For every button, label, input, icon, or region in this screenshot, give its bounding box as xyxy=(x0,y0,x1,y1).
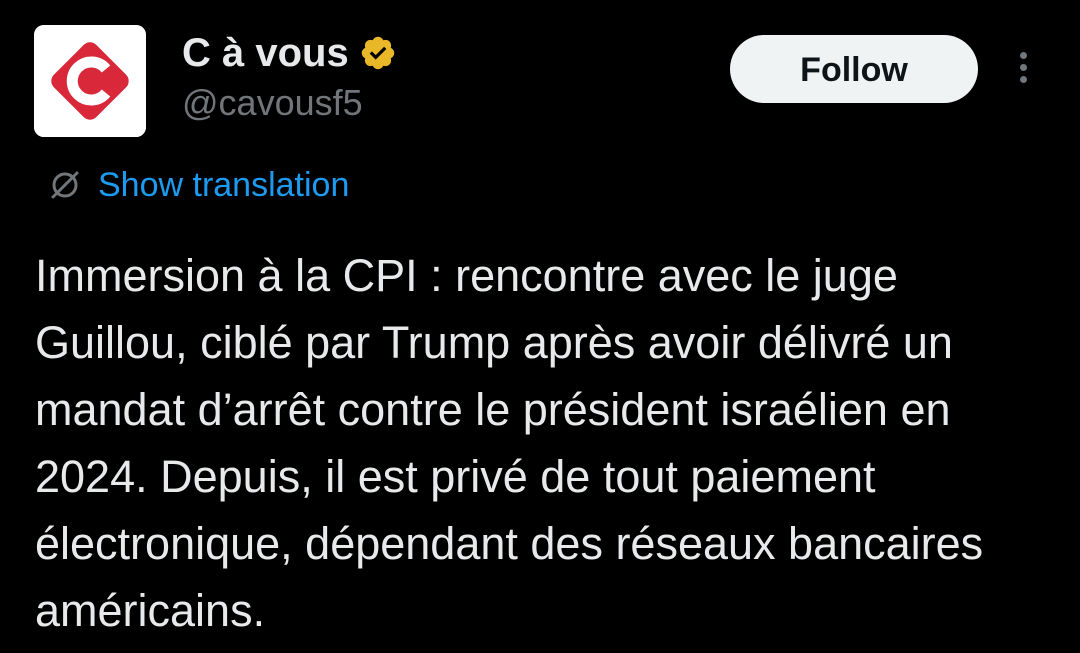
verified-badge-icon[interactable] xyxy=(359,34,397,72)
tweet-card: C à vous @cavousf5 Follow Show translati… xyxy=(0,0,1080,653)
avatar[interactable] xyxy=(34,25,146,137)
more-options-icon[interactable] xyxy=(1008,48,1038,92)
globe-slash-icon xyxy=(46,166,84,204)
show-translation-link[interactable]: Show translation xyxy=(46,163,349,207)
display-name[interactable]: C à vous xyxy=(182,28,349,78)
display-name-row: C à vous xyxy=(182,28,397,78)
user-handle[interactable]: @cavousf5 xyxy=(182,80,363,126)
show-translation-label[interactable]: Show translation xyxy=(98,163,349,207)
tweet-text: Immersion à la CPI : rencontre avec le j… xyxy=(35,250,984,636)
c-a-vous-logo-icon xyxy=(34,25,146,137)
follow-button[interactable]: Follow xyxy=(730,35,978,103)
